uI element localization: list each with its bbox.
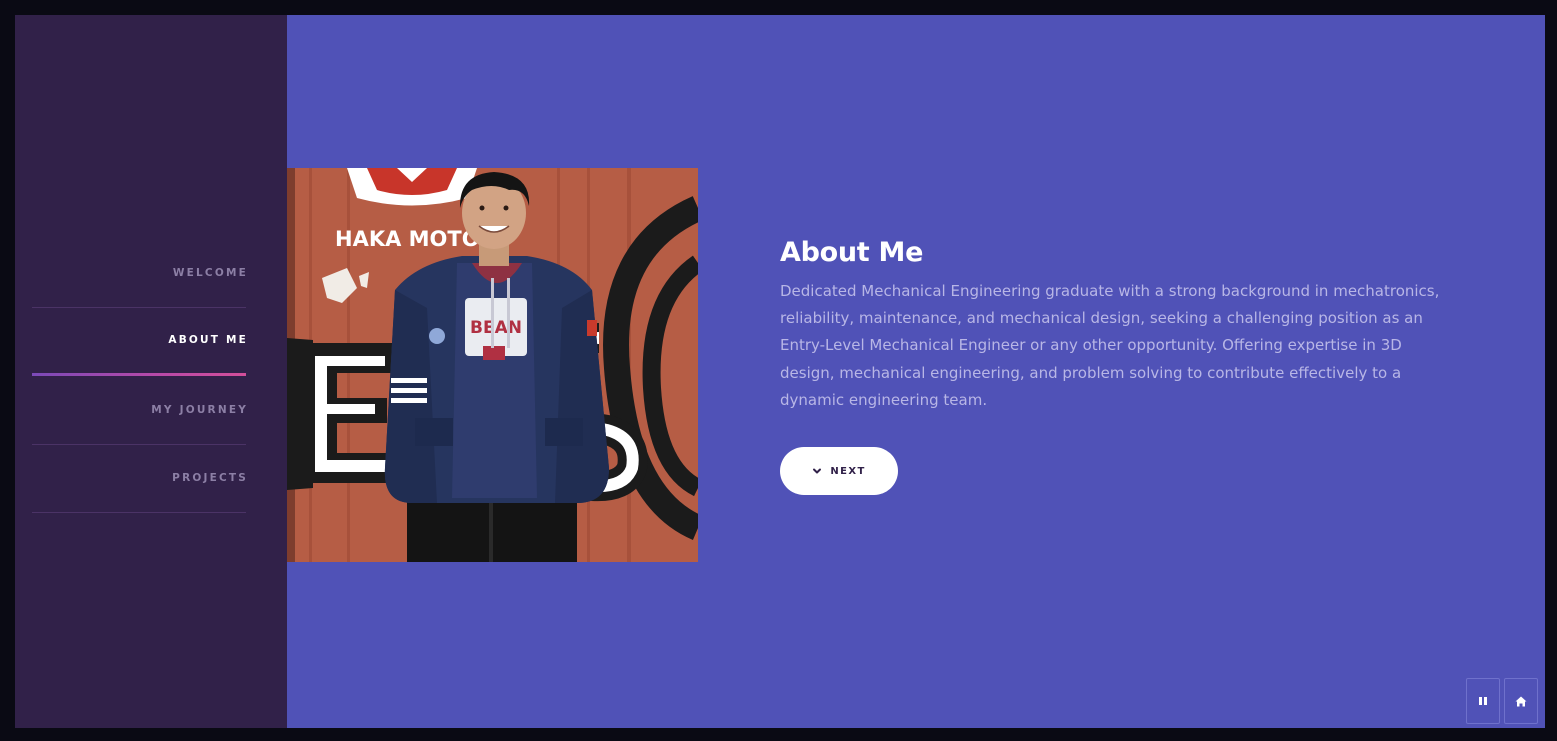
nav-item-label: ABOUT ME bbox=[168, 334, 248, 347]
main-section: HAKA MOTO BEAN About Me Dedicated Mechan… bbox=[287, 15, 1545, 728]
nav-item-about-me[interactable]: ABOUT ME bbox=[32, 308, 246, 377]
nav-item-welcome[interactable]: WELCOME bbox=[32, 239, 246, 308]
home-button[interactable] bbox=[1504, 678, 1538, 724]
page-frame: WELCOME ABOUT ME MY JOURNEY PROJECTS HAK… bbox=[15, 15, 1545, 728]
page-title: About Me bbox=[780, 237, 924, 268]
home-icon bbox=[1515, 696, 1527, 706]
nav-item-projects[interactable]: PROJECTS bbox=[32, 445, 248, 513]
nav-item-label: MY JOURNEY bbox=[151, 403, 248, 416]
nav-item-label: WELCOME bbox=[172, 266, 248, 279]
photo-sign-text: HAKA MOTO bbox=[335, 227, 480, 251]
about-description: Dedicated Mechanical Engineering graduat… bbox=[780, 282, 1440, 409]
nav-item-my-journey[interactable]: MY JOURNEY bbox=[32, 376, 246, 445]
svg-text:BEAN: BEAN bbox=[470, 318, 522, 338]
pause-button[interactable] bbox=[1466, 678, 1500, 724]
profile-photo: HAKA MOTO BEAN bbox=[287, 168, 698, 562]
nav-item-label: PROJECTS bbox=[172, 472, 248, 485]
about-content: About Me Dedicated Mechanical Engineerin… bbox=[780, 237, 1460, 414]
sidebar-nav: WELCOME ABOUT ME MY JOURNEY PROJECTS bbox=[32, 239, 246, 513]
pause-icon bbox=[1479, 697, 1487, 705]
next-button-label: NEXT bbox=[830, 465, 866, 477]
sidebar: WELCOME ABOUT ME MY JOURNEY PROJECTS bbox=[15, 15, 287, 728]
chevron-down-icon bbox=[813, 468, 822, 474]
next-button[interactable]: NEXT bbox=[780, 447, 898, 495]
